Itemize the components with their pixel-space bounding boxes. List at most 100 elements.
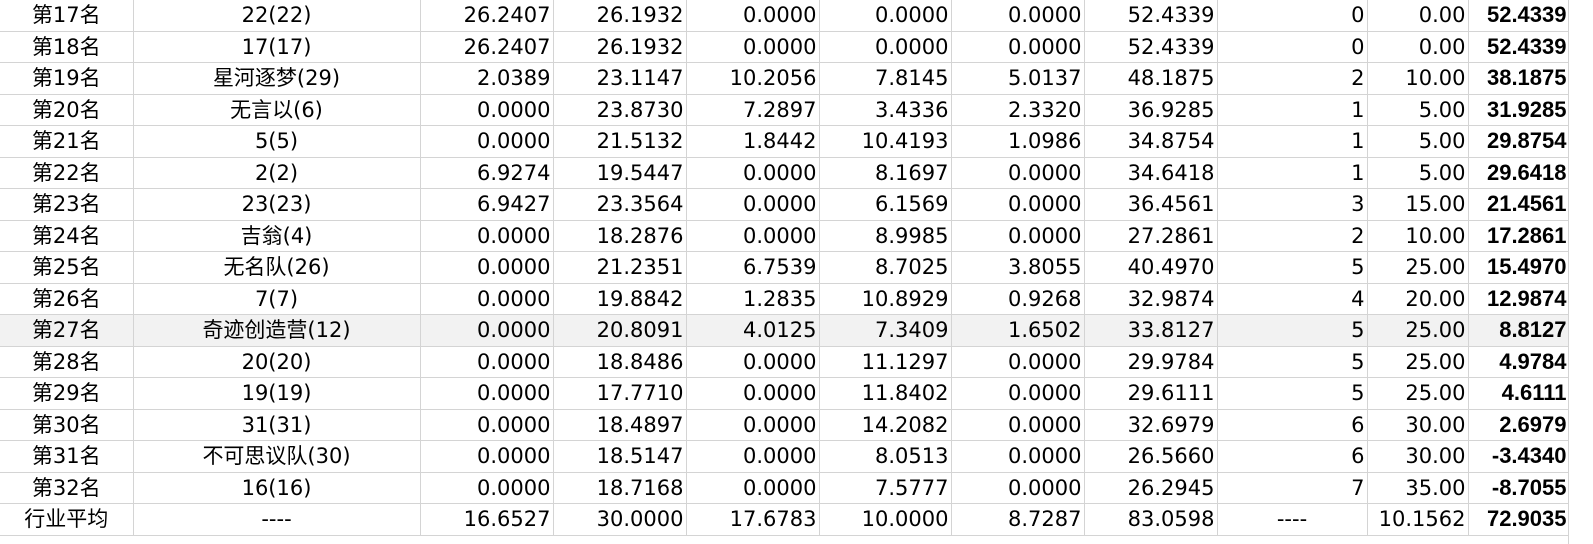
value-cell[interactable]: 0.0000 xyxy=(951,409,1085,441)
table-row[interactable]: 第22名 2(2) 6.9274 19.5447 0.0000 8.1697 0.0000 3… xyxy=(0,157,1570,189)
value-cell[interactable]: 0.0000 xyxy=(686,220,820,252)
value-cell[interactable]: 0.0000 xyxy=(951,188,1085,221)
penalty-cell[interactable]: 10.00 xyxy=(1367,62,1469,95)
value-cell[interactable]: 0.0000 xyxy=(951,346,1085,378)
value-cell[interactable]: 0.0000 xyxy=(819,31,952,63)
team-cell[interactable]: 17(17) xyxy=(133,31,421,63)
value-cell[interactable]: 4.0125 xyxy=(686,314,820,347)
value-cell[interactable]: 0.0000 xyxy=(951,440,1085,473)
value-cell[interactable]: 0.0000 xyxy=(819,0,952,32)
value-cell[interactable]: 10.4193 xyxy=(819,125,952,158)
total-cell[interactable]: 12.9874 xyxy=(1468,283,1570,315)
value-cell[interactable]: 0.0000 xyxy=(420,314,554,347)
value-cell[interactable]: 0.0000 xyxy=(420,220,554,252)
rank-cell[interactable]: 第22名 xyxy=(0,157,134,189)
value-cell[interactable]: 10.2056 xyxy=(686,62,820,95)
value-cell[interactable]: 0.0000 xyxy=(951,377,1085,410)
value-cell[interactable]: 18.8486 xyxy=(553,346,687,378)
table-row[interactable]: 第19名 星河逐梦(29) 2.0389 23.1147 10.2056 7.8145 5.… xyxy=(0,62,1570,95)
total-cell[interactable]: 52.4339 xyxy=(1468,31,1570,63)
team-cell[interactable]: 吉翁(4) xyxy=(133,220,421,252)
table-row[interactable]: 第30名 31(31) 0.0000 18.4897 0.0000 14.2082 0.00… xyxy=(0,409,1570,441)
value-cell[interactable]: 0.0000 xyxy=(420,409,554,441)
value-cell[interactable]: 6.9274 xyxy=(420,157,554,189)
total-cell[interactable]: 15.4970 xyxy=(1468,251,1570,284)
value-cell[interactable]: 20.8091 xyxy=(553,314,687,347)
total-cell[interactable]: 29.6418 xyxy=(1468,157,1570,189)
subtotal-cell[interactable]: 32.9874 xyxy=(1084,283,1218,315)
count-cell[interactable]: 4 xyxy=(1217,283,1368,315)
value-cell[interactable]: 23.8730 xyxy=(553,94,687,126)
subtotal-cell[interactable]: 26.2945 xyxy=(1084,472,1218,504)
team-cell[interactable]: 7(7) xyxy=(133,283,421,315)
team-cell[interactable]: 奇迹创造营(12) xyxy=(133,314,421,347)
value-cell[interactable]: 2.3320 xyxy=(951,94,1085,126)
value-cell[interactable]: 0.0000 xyxy=(420,94,554,126)
rank-cell[interactable]: 第30名 xyxy=(0,409,134,441)
value-cell[interactable]: 8.0513 xyxy=(819,440,952,473)
value-cell[interactable]: 1.8442 xyxy=(686,125,820,158)
team-cell[interactable]: 22(22) xyxy=(133,0,421,32)
value-cell[interactable]: 0.0000 xyxy=(951,31,1085,63)
penalty-cell[interactable]: 30.00 xyxy=(1367,409,1469,441)
value-cell[interactable]: 6.1569 xyxy=(819,188,952,221)
value-cell[interactable]: 21.5132 xyxy=(553,125,687,158)
value-cell[interactable]: 7.8145 xyxy=(819,62,952,95)
team-cell[interactable]: 16(16) xyxy=(133,472,421,504)
value-cell[interactable]: 6.7539 xyxy=(686,251,820,284)
count-cell[interactable]: 1 xyxy=(1217,125,1368,158)
count-cell[interactable]: 3 xyxy=(1217,188,1368,221)
total-cell[interactable]: 2.6979 xyxy=(1468,409,1570,441)
count-cell[interactable]: 1 xyxy=(1217,94,1368,126)
penalty-cell[interactable]: 10.1562 xyxy=(1367,503,1469,536)
total-cell[interactable]: 4.6111 xyxy=(1468,377,1570,410)
subtotal-cell[interactable]: 52.4339 xyxy=(1084,31,1218,63)
penalty-cell[interactable]: 35.00 xyxy=(1367,472,1469,504)
rank-cell[interactable]: 第18名 xyxy=(0,31,134,63)
rank-cell[interactable]: 第23名 xyxy=(0,188,134,221)
subtotal-cell[interactable]: 32.6979 xyxy=(1084,409,1218,441)
total-cell[interactable]: 38.1875 xyxy=(1468,62,1570,95)
count-cell[interactable]: 5 xyxy=(1217,251,1368,284)
count-cell[interactable]: 0 xyxy=(1217,0,1368,32)
value-cell[interactable]: 0.0000 xyxy=(951,220,1085,252)
value-cell[interactable]: 18.5147 xyxy=(553,440,687,473)
team-cell[interactable]: 5(5) xyxy=(133,125,421,158)
value-cell[interactable]: 17.7710 xyxy=(553,377,687,410)
value-cell[interactable]: 2.0389 xyxy=(420,62,554,95)
penalty-cell[interactable]: 25.00 xyxy=(1367,377,1469,410)
value-cell[interactable]: 19.8842 xyxy=(553,283,687,315)
rank-cell[interactable]: 第28名 xyxy=(0,346,134,378)
subtotal-cell[interactable]: 33.8127 xyxy=(1084,314,1218,347)
subtotal-cell[interactable]: 48.1875 xyxy=(1084,62,1218,95)
value-cell[interactable]: 1.0986 xyxy=(951,125,1085,158)
table-row[interactable]: 行业平均 ---- 16.6527 30.0000 17.6783 10.0000 8.72… xyxy=(0,503,1570,536)
table-row[interactable]: 第25名 无名队(26) 0.0000 21.2351 6.7539 8.7025 3.80… xyxy=(0,251,1570,284)
team-cell[interactable]: 无言以(6) xyxy=(133,94,421,126)
subtotal-cell[interactable]: 36.4561 xyxy=(1084,188,1218,221)
rank-cell[interactable]: 第20名 xyxy=(0,94,134,126)
penalty-cell[interactable]: 25.00 xyxy=(1367,346,1469,378)
subtotal-cell[interactable]: 34.6418 xyxy=(1084,157,1218,189)
rank-cell[interactable]: 第19名 xyxy=(0,62,134,95)
subtotal-cell[interactable]: 27.2861 xyxy=(1084,220,1218,252)
value-cell[interactable]: 7.5777 xyxy=(819,472,952,504)
rank-cell[interactable]: 第29名 xyxy=(0,377,134,410)
value-cell[interactable]: 23.1147 xyxy=(553,62,687,95)
rank-cell[interactable]: 第31名 xyxy=(0,440,134,473)
penalty-cell[interactable]: 25.00 xyxy=(1367,314,1469,347)
team-cell[interactable]: 20(20) xyxy=(133,346,421,378)
value-cell[interactable]: 26.1932 xyxy=(553,0,687,32)
value-cell[interactable]: 1.2835 xyxy=(686,283,820,315)
value-cell[interactable]: 8.7287 xyxy=(951,503,1085,536)
count-cell[interactable]: 5 xyxy=(1217,346,1368,378)
rank-cell[interactable]: 第26名 xyxy=(0,283,134,315)
table-row[interactable]: 第24名 吉翁(4) 0.0000 18.2876 0.0000 8.9985 0.0000… xyxy=(0,220,1570,252)
value-cell[interactable]: 0.9268 xyxy=(951,283,1085,315)
team-cell[interactable]: ---- xyxy=(133,503,421,536)
value-cell[interactable]: 6.9427 xyxy=(420,188,554,221)
penalty-cell[interactable]: 0.00 xyxy=(1367,31,1469,63)
penalty-cell[interactable]: 5.00 xyxy=(1367,125,1469,158)
team-cell[interactable]: 31(31) xyxy=(133,409,421,441)
penalty-cell[interactable]: 0.00 xyxy=(1367,0,1469,32)
